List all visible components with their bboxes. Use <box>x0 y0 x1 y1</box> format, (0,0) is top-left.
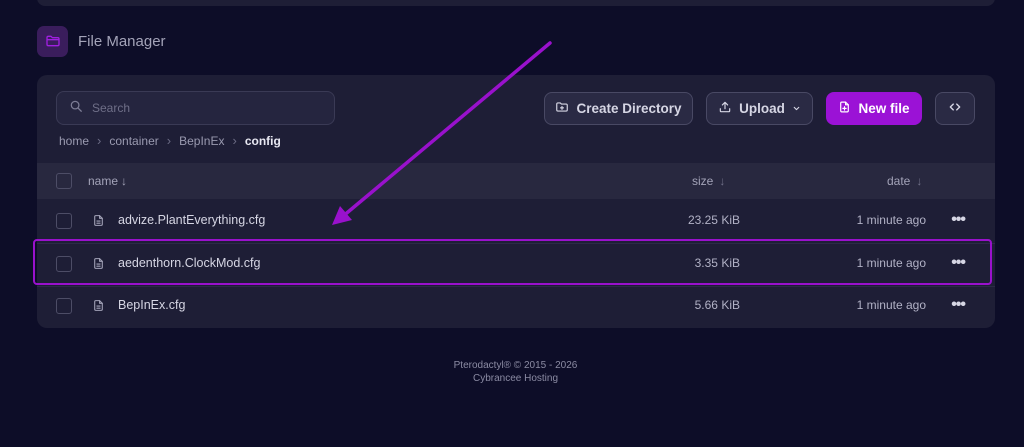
file-name[interactable]: BepInEx.cfg <box>118 298 185 312</box>
more-options-icon[interactable]: ••• <box>951 296 966 314</box>
column-size-label: size <box>692 174 714 188</box>
column-header-size[interactable]: size ↓ <box>692 174 725 188</box>
row-checkbox[interactable] <box>56 256 72 272</box>
footer-copyright: Pterodactyl® © 2015 - 2026 <box>453 360 578 371</box>
file-size: 5.66 KiB <box>694 298 740 312</box>
chevron-down-icon <box>792 101 801 116</box>
more-options-icon[interactable]: ••• <box>951 254 966 272</box>
code-icon <box>948 100 962 117</box>
file-icon <box>92 256 105 276</box>
upload-label: Upload <box>739 101 785 116</box>
column-date-label: date <box>887 174 911 188</box>
sort-arrow-icon: ↓ <box>719 174 726 188</box>
footer: Pterodactyl® © 2015 - 2026 Cybrancee Hos… <box>0 359 1024 385</box>
search-box[interactable] <box>56 91 335 125</box>
search-input[interactable] <box>92 101 312 115</box>
file-name[interactable]: advize.PlantEverything.cfg <box>118 213 265 227</box>
column-header-name[interactable]: name ↓ <box>88 174 127 188</box>
file-plus-icon <box>838 100 851 117</box>
select-all-checkbox[interactable] <box>56 173 72 189</box>
footer-host: Cybrancee Hosting <box>472 373 559 384</box>
folder-icon <box>37 25 68 57</box>
sort-arrow-icon: ↓ <box>916 174 923 188</box>
file-size: 23.25 KiB <box>687 213 740 227</box>
sort-arrow-icon: ↓ <box>121 174 128 188</box>
table-header: name ↓ size ↓ date ↓ <box>37 163 995 199</box>
chevron-right-icon: › <box>232 133 237 148</box>
row-checkbox[interactable] <box>56 213 72 229</box>
new-file-label: New file <box>858 101 910 116</box>
file-icon <box>92 298 105 318</box>
search-icon <box>69 99 83 118</box>
code-view-button[interactable] <box>935 92 975 125</box>
file-size: 3.35 KiB <box>694 256 740 270</box>
breadcrumb: home › container › BepInEx › config <box>59 133 281 148</box>
breadcrumb-item-home[interactable]: home <box>59 134 89 148</box>
table-row[interactable]: advize.PlantEverything.cfg 23.25 KiB 1 m… <box>37 199 995 243</box>
page-header: File Manager <box>37 25 166 57</box>
more-options-icon[interactable]: ••• <box>951 211 966 229</box>
file-name[interactable]: aedenthorn.ClockMod.cfg <box>118 256 260 270</box>
previous-card-edge <box>37 0 995 6</box>
chevron-right-icon: › <box>166 133 172 148</box>
breadcrumb-item-container[interactable]: container <box>109 134 158 148</box>
upload-icon <box>718 100 732 117</box>
folder-plus-icon <box>555 100 569 117</box>
file-icon <box>92 213 105 233</box>
column-name-label: name <box>88 174 119 188</box>
file-date: 1 minute ago <box>856 298 926 312</box>
table-row[interactable]: BepInEx.cfg 5.66 KiB 1 minute ago ••• <box>37 284 995 328</box>
create-directory-label: Create Directory <box>576 101 682 116</box>
file-date: 1 minute ago <box>856 256 926 270</box>
table-row[interactable]: aedenthorn.ClockMod.cfg 3.35 KiB 1 minut… <box>37 242 995 286</box>
file-date: 1 minute ago <box>856 213 926 227</box>
row-checkbox[interactable] <box>56 298 72 314</box>
column-header-date[interactable]: date ↓ <box>887 174 922 188</box>
breadcrumb-item-bepinex[interactable]: BepInEx <box>179 134 224 148</box>
new-file-button[interactable]: New file <box>826 92 922 125</box>
file-manager-card: Create Directory Upload New file <box>37 75 995 328</box>
page-title: File Manager <box>78 32 166 50</box>
chevron-right-icon: › <box>97 133 102 148</box>
breadcrumb-current: config <box>244 133 281 148</box>
upload-button[interactable]: Upload <box>706 92 813 125</box>
create-directory-button[interactable]: Create Directory <box>544 92 693 125</box>
